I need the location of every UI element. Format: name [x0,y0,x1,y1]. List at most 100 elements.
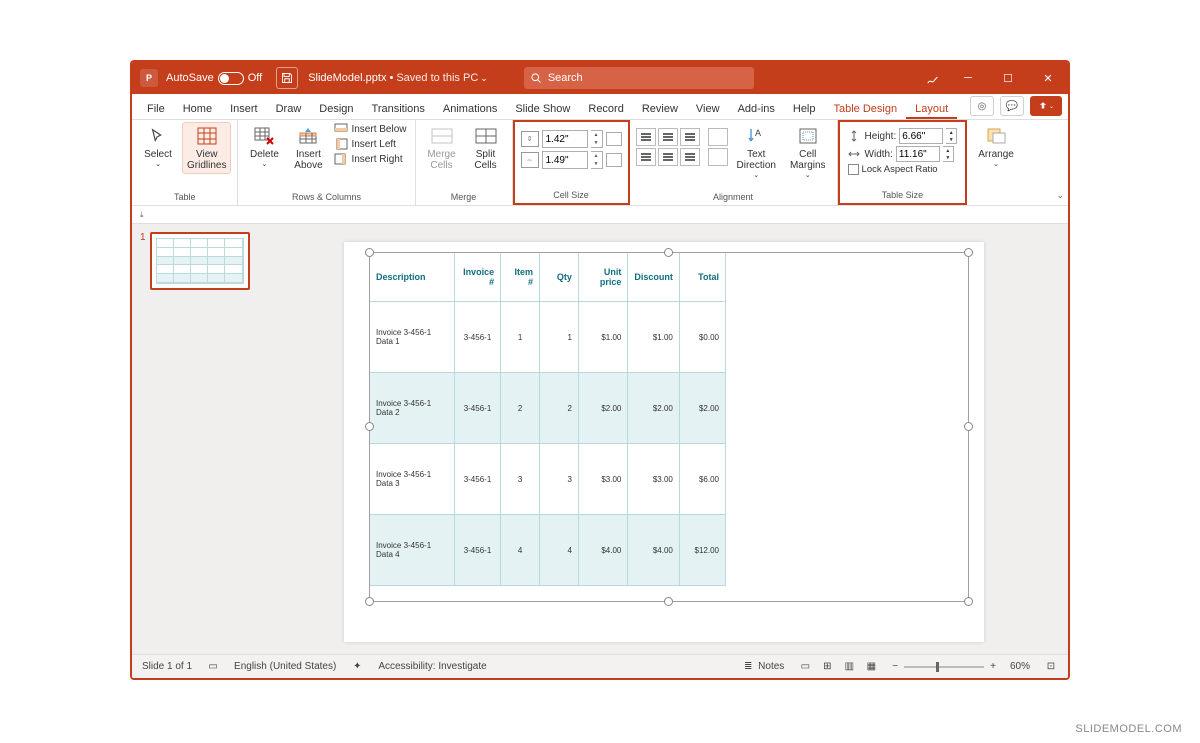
lock-aspect-checkbox[interactable]: Lock Aspect Ratio [848,164,958,175]
tab-slideshow[interactable]: Slide Show [506,98,579,119]
merge-cells-button[interactable]: Merge Cells [422,122,462,174]
view-gridlines-button[interactable]: View Gridlines [182,122,231,174]
app-window: P AutoSave Off SlideModel.pptx • Saved t… [130,60,1070,680]
tab-file[interactable]: File [138,98,174,119]
selection-frame[interactable] [369,252,969,602]
insert-right-button[interactable]: Insert Right [332,152,408,166]
normal-view-button[interactable]: ▭ [798,660,812,674]
share-button[interactable]: ⌄ [1030,96,1062,116]
width-icon [848,148,862,160]
tab-view[interactable]: View [687,98,729,119]
collapse-ribbon-icon[interactable]: ⌄ [1056,190,1064,201]
comments-button[interactable]: 💬 [1000,96,1024,116]
col-width-icon: ⇔ [521,152,539,168]
cell-width-input[interactable] [542,151,588,169]
maximize-button[interactable]: ☐ [988,62,1028,94]
select-button[interactable]: Select⌄ [138,122,178,172]
notes-icon: ≣ [741,660,755,674]
slide-canvas[interactable]: Description Invoice # Item # Qty Unit pr… [260,224,1068,654]
resize-handle[interactable] [664,248,673,257]
insert-below-button[interactable]: Insert Below [332,122,408,136]
cell-width-row: ⇔ ▲▼ [521,151,622,169]
autosave-toggle[interactable]: AutoSave Off [166,72,262,85]
cell-height-spinner[interactable]: ▲▼ [591,130,603,148]
checkbox-icon [848,164,859,175]
zoom-slider[interactable]: − + [892,661,996,672]
insert-above-button[interactable]: Insert Above [288,122,328,174]
zoom-track[interactable] [904,666,984,668]
align-tl-button[interactable] [636,128,656,146]
tab-design[interactable]: Design [310,98,362,119]
split-cells-button[interactable]: Split Cells [466,122,506,174]
table-width-spinner[interactable]: ▲▼ [943,146,954,162]
tab-help[interactable]: Help [784,98,825,119]
ribbon-group-alignment: A Text Direction⌄ Cell Margins⌄ Alignmen… [630,120,838,205]
tab-table-design[interactable]: Table Design [825,98,907,119]
arrange-button[interactable]: Arrange⌄ [973,122,1019,172]
align-br-button[interactable] [680,148,700,166]
align-extra1-button[interactable] [708,128,728,146]
table-width-input[interactable] [896,146,940,162]
table-height-spinner[interactable]: ▲▼ [946,128,957,144]
slideshow-view-button[interactable]: ▦ [864,660,878,674]
resize-handle[interactable] [365,422,374,431]
draw-mode-icon[interactable] [918,71,948,85]
align-bl-button[interactable] [636,148,656,166]
resize-handle[interactable] [365,248,374,257]
tab-animations[interactable]: Animations [434,98,506,119]
cell-margins-button[interactable]: Cell Margins⌄ [785,122,831,183]
minimize-button[interactable]: ─ [948,62,988,94]
insert-left-button[interactable]: Insert Left [332,137,408,151]
tab-layout[interactable]: Layout [906,98,957,119]
tab-review[interactable]: Review [633,98,687,119]
zoom-in-button[interactable]: + [990,661,996,672]
resize-handle[interactable] [964,248,973,257]
qat-dropdown-icon[interactable]: ⤓ [140,210,144,220]
reading-view-button[interactable]: ▥ [842,660,856,674]
align-tr-button[interactable] [680,128,700,146]
cell-height-row: ⇕ ▲▼ [521,130,622,148]
accessibility-label[interactable]: Accessibility: Investigate [378,661,486,672]
tab-record[interactable]: Record [579,98,632,119]
resize-handle[interactable] [365,597,374,606]
fit-button[interactable]: ⊡ [1044,660,1058,674]
tab-insert[interactable]: Insert [221,98,267,119]
record-indicator-icon[interactable]: ◎ [970,96,994,116]
close-button[interactable]: ✕ [1028,62,1068,94]
toggle-icon [218,72,244,85]
cell-height-input[interactable] [542,130,588,148]
resize-handle[interactable] [964,422,973,431]
slide-thumbnail[interactable] [150,232,250,290]
align-bc-button[interactable] [658,148,678,166]
ribbon-group-cell-size: ⇕ ▲▼ ⇔ ▲▼ Cell Size [513,120,630,205]
tab-transitions[interactable]: Transitions [363,98,434,119]
chevron-down-icon[interactable]: ⌄ [480,73,488,84]
distribute-rows-button[interactable] [606,132,622,146]
zoom-out-button[interactable]: − [892,661,898,672]
search-input[interactable]: Search [524,67,754,89]
distribute-cols-button[interactable] [606,153,622,167]
text-direction-button[interactable]: A Text Direction⌄ [732,122,781,183]
sorter-view-button[interactable]: ⊞ [820,660,834,674]
notes-button[interactable]: ≣Notes [741,660,784,674]
ribbon: Select⌄ View Gridlines Table Delete⌄ Ins… [132,120,1068,206]
ribbon-tabs: File Home Insert Draw Design Transitions… [132,94,1068,120]
save-button[interactable] [276,67,298,89]
ribbon-group-arrange: Arrange⌄ [967,120,1025,205]
resize-handle[interactable] [964,597,973,606]
language-label[interactable]: English (United States) [234,661,336,672]
align-extra2-button[interactable] [708,148,728,166]
cell-width-spinner[interactable]: ▲▼ [591,151,603,169]
resize-handle[interactable] [664,597,673,606]
tab-draw[interactable]: Draw [267,98,311,119]
titlebar: P AutoSave Off SlideModel.pptx • Saved t… [132,62,1068,94]
table-height-input[interactable] [899,128,943,144]
tab-home[interactable]: Home [174,98,221,119]
row-height-icon: ⇕ [521,131,539,147]
zoom-value[interactable]: 60% [1010,661,1030,672]
powerpoint-icon: P [140,69,158,87]
table-width-label: Width: [865,149,893,160]
tab-addins[interactable]: Add-ins [729,98,784,119]
align-tc-button[interactable] [658,128,678,146]
delete-button[interactable]: Delete⌄ [244,122,284,172]
